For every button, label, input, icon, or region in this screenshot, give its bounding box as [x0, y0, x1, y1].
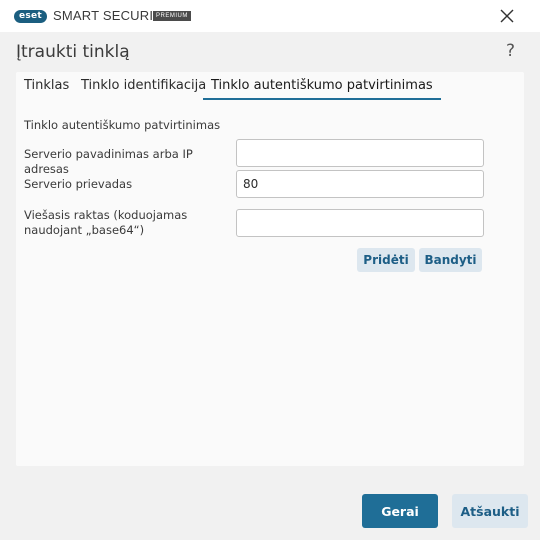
test-button[interactable]: Bandyti — [419, 248, 482, 272]
close-icon[interactable] — [500, 9, 514, 23]
public-key-label: Viešasis raktas (koduojamas naudojant „b… — [24, 208, 188, 237]
title-bar: eset SMART SECURITY PREMIUM — [0, 0, 540, 32]
eset-logo: eset — [14, 10, 47, 23]
public-key-input[interactable] — [236, 209, 484, 237]
edition-badge: PREMIUM — [153, 11, 191, 21]
section-title: Tinklo autentiškumo patvirtinimas — [24, 118, 221, 132]
content-panel: Tinklas Tinklo identifikacija Tinklo aut… — [16, 72, 524, 466]
server-port-label: Serverio prievadas — [24, 177, 133, 191]
server-name-input[interactable] — [236, 139, 484, 167]
server-port-input[interactable] — [236, 170, 484, 198]
tab-network[interactable]: Tinklas — [24, 78, 69, 100]
tab-network-authentication[interactable]: Tinklo autentiškumo patvirtinimas — [203, 78, 441, 100]
tab-network-identification[interactable]: Tinklo identifikacija — [81, 78, 206, 100]
ok-button[interactable]: Gerai — [362, 494, 438, 528]
dialog-title: Įtraukti tinklą — [16, 42, 130, 62]
server-name-label: Serverio pavadinimas arba IP adresas — [24, 147, 193, 176]
cancel-button[interactable]: Atšaukti — [452, 494, 528, 528]
help-icon[interactable]: ? — [506, 41, 515, 61]
add-button[interactable]: Pridėti — [357, 248, 415, 272]
